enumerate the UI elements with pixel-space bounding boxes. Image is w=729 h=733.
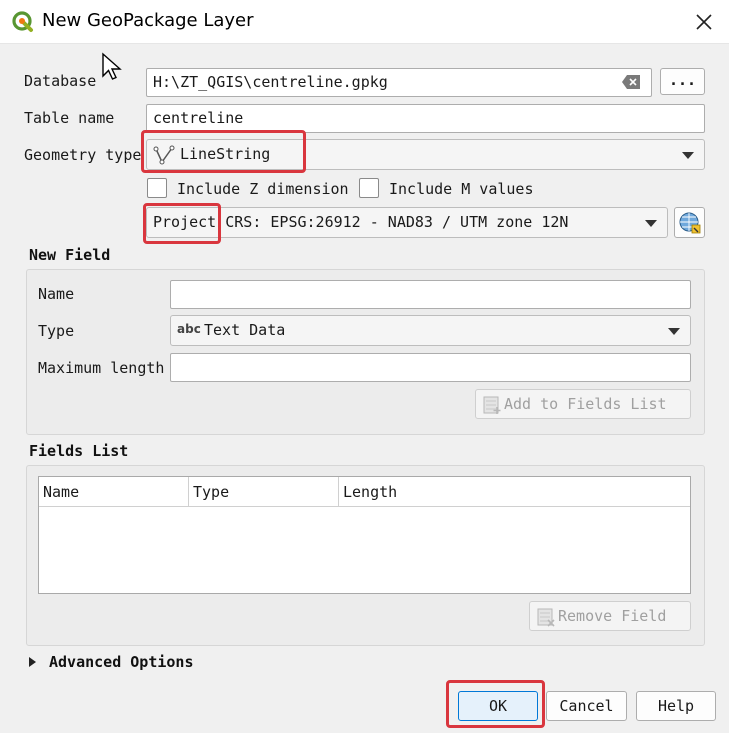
remove-field-icon	[537, 608, 555, 627]
fields-list-title: Fields List	[29, 442, 129, 460]
table-name-label: Table name	[24, 109, 115, 127]
add-to-fields-list-label: Add to Fields List	[504, 395, 667, 413]
add-field-icon	[483, 396, 501, 414]
globe-icon	[679, 212, 701, 234]
expand-arrow-icon[interactable]	[29, 657, 36, 667]
fields-table[interactable]: Name Type Length	[38, 476, 691, 594]
qgis-logo-icon	[12, 11, 33, 32]
linestring-icon	[153, 145, 175, 165]
title-bar: New GeoPackage Layer	[0, 0, 729, 44]
include-z-checkbox[interactable]	[147, 178, 167, 198]
new-field-title: New Field	[29, 246, 111, 264]
geometry-type-value: LineString	[180, 145, 271, 163]
close-icon[interactable]	[693, 11, 715, 33]
crs-selector-button[interactable]	[674, 207, 705, 238]
database-path-input[interactable]: H:\ZT_QGIS\centreline.gpkg	[146, 68, 652, 97]
chevron-down-icon	[645, 220, 657, 227]
column-header-type[interactable]: Type	[189, 477, 339, 507]
include-m-label: Include M values	[389, 180, 534, 198]
remove-field-label: Remove Field	[558, 607, 667, 625]
max-length-label: Maximum length	[38, 359, 165, 377]
chevron-down-icon	[682, 152, 694, 159]
field-type-value: Text Data	[204, 321, 286, 339]
crs-combo[interactable]: Project CRS: EPSG:26912 - NAD83 / UTM zo…	[146, 207, 668, 238]
include-z-label: Include Z dimension	[177, 180, 349, 198]
clear-text-icon[interactable]	[621, 74, 641, 90]
database-path-value: H:\ZT_QGIS\centreline.gpkg	[153, 73, 388, 91]
database-label: Database	[24, 72, 97, 90]
chevron-down-icon	[668, 328, 680, 335]
field-name-label: Name	[38, 285, 75, 303]
column-header-name[interactable]: Name	[39, 477, 189, 507]
column-header-length[interactable]: Length	[339, 477, 690, 507]
browse-button[interactable]: ...	[660, 68, 705, 95]
geometry-type-combo[interactable]: LineString	[146, 139, 705, 170]
remove-field-button[interactable]: Remove Field	[529, 601, 691, 631]
max-length-input[interactable]	[170, 353, 691, 382]
add-to-fields-list-button[interactable]: Add to Fields List	[475, 389, 691, 419]
help-button[interactable]: Help	[636, 691, 716, 721]
field-name-input[interactable]	[170, 280, 691, 309]
advanced-options-toggle[interactable]: Advanced Options	[49, 653, 194, 671]
window-title: New GeoPackage Layer	[42, 10, 254, 31]
field-type-combo[interactable]: abc Text Data	[170, 315, 691, 346]
geometry-type-label: Geometry type	[24, 146, 142, 164]
text-data-icon: abc	[177, 322, 201, 336]
table-name-input[interactable]: centreline	[146, 104, 705, 133]
ok-button[interactable]: OK	[458, 691, 538, 721]
field-type-label: Type	[38, 322, 75, 340]
mouse-cursor-icon	[102, 52, 122, 80]
include-m-checkbox[interactable]	[359, 178, 379, 198]
crs-value: Project CRS: EPSG:26912 - NAD83 / UTM zo…	[153, 213, 569, 231]
cancel-button[interactable]: Cancel	[546, 691, 627, 721]
table-name-value: centreline	[153, 109, 244, 127]
